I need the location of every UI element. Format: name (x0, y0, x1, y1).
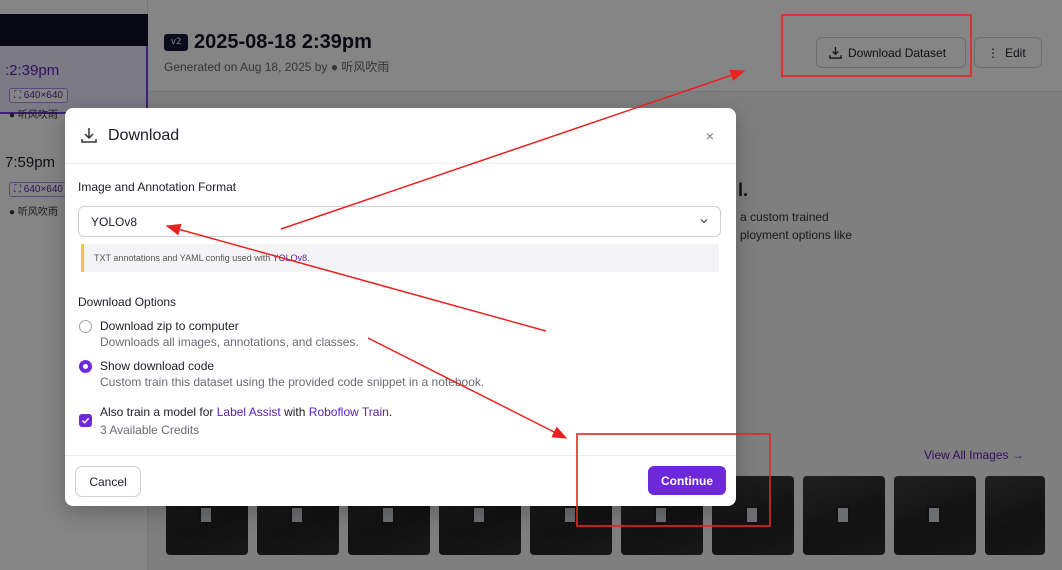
annotation-arrow (280, 69, 746, 230)
annotation-layer (165, 14, 972, 527)
annotation-box-continue (576, 433, 771, 527)
annotation-box-download-dataset (781, 14, 972, 77)
annotation-arrow (367, 337, 568, 439)
annotation-arrow (165, 223, 547, 332)
